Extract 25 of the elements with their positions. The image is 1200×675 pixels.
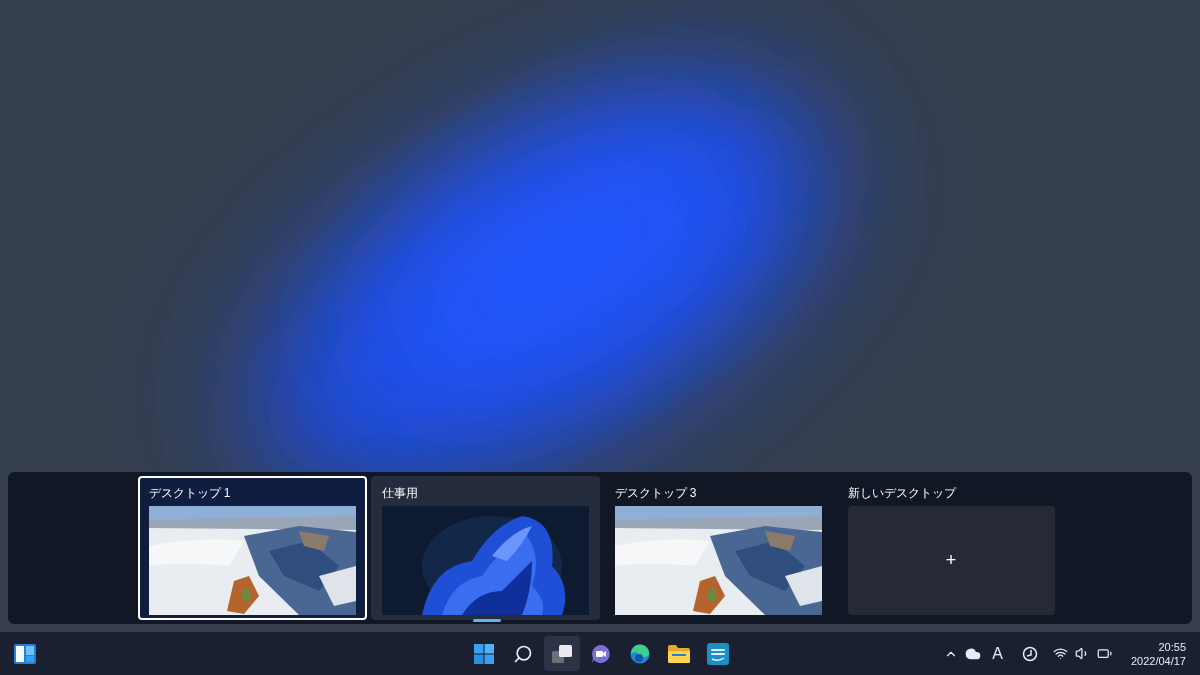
clock-date: 2022/04/17: [1130, 653, 1186, 668]
ime-mode-button[interactable]: A: [988, 641, 1007, 666]
desktop-label: デスクトップ 3: [614, 486, 698, 500]
desktop-card[interactable]: デスクトップ 1: [137, 476, 367, 620]
clock-time: 20:55: [1158, 639, 1186, 654]
hover-indicator: [472, 619, 501, 622]
taskbar-button[interactable]: [544, 636, 580, 671]
search-icon: [513, 643, 533, 664]
browser-icon: [630, 643, 650, 664]
new-desktop-label: 新しいデスクトップ: [847, 486, 958, 500]
battery-icon[interactable]: [1096, 646, 1112, 661]
windows-logo-icon: [474, 643, 494, 664]
video-chat-icon: [591, 643, 611, 664]
clock[interactable]: 20:55 2022/04/17: [1130, 639, 1186, 668]
new-desktop-button[interactable]: +: [847, 506, 1055, 615]
circle-icon[interactable]: [1021, 645, 1038, 662]
widgets-icon[interactable]: [14, 643, 36, 664]
desktop-label: 仕事用: [381, 486, 419, 500]
folder-icon: [668, 644, 690, 663]
task-view-icon: [552, 644, 572, 663]
desktop-label: デスクトップ 1: [148, 486, 232, 500]
desktop-card[interactable]: デスクトップ 3: [603, 476, 833, 620]
desktop-card[interactable]: 仕事用: [370, 476, 600, 620]
video-app-icon: [707, 642, 729, 665]
wifi-icon[interactable]: [1052, 646, 1068, 661]
